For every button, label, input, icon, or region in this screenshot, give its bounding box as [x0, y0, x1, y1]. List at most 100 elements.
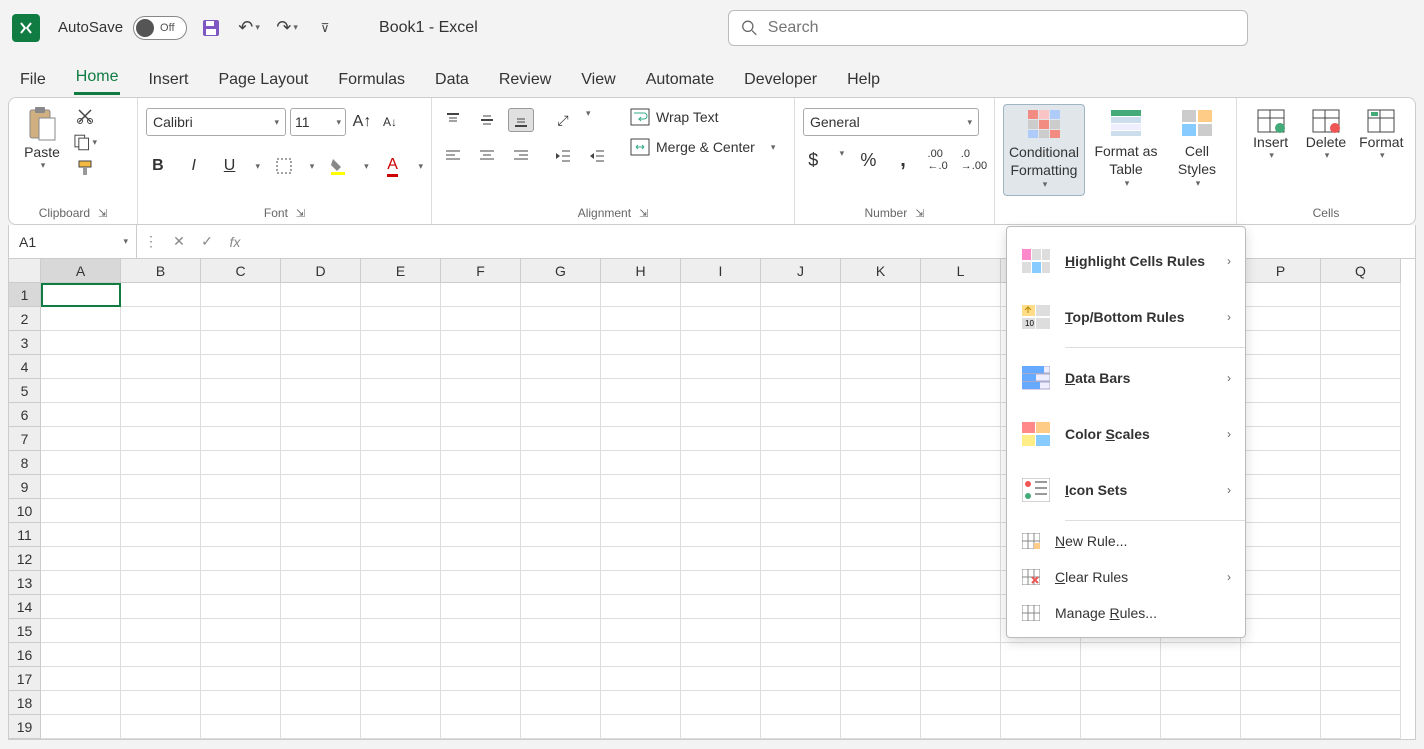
cell[interactable]	[841, 307, 921, 331]
cell[interactable]	[521, 283, 601, 307]
decrease-decimal[interactable]: .0→.00	[962, 148, 986, 172]
cell[interactable]	[841, 619, 921, 643]
cell[interactable]	[601, 307, 681, 331]
cell[interactable]	[761, 283, 841, 307]
font-name-select[interactable]: Calibri▾	[146, 108, 286, 136]
column-header[interactable]: P	[1241, 259, 1321, 283]
cell[interactable]	[601, 547, 681, 571]
column-header[interactable]: G	[521, 259, 601, 283]
redo-button[interactable]: ↷▾	[273, 14, 301, 42]
cell[interactable]	[121, 595, 201, 619]
cell[interactable]	[281, 715, 361, 739]
cell[interactable]	[1321, 379, 1401, 403]
cell[interactable]	[1001, 667, 1081, 691]
cell[interactable]	[1241, 619, 1321, 643]
cell[interactable]	[841, 667, 921, 691]
cell[interactable]	[921, 307, 1001, 331]
underline-button[interactable]: U	[218, 154, 242, 178]
cell[interactable]	[761, 355, 841, 379]
cell[interactable]	[121, 283, 201, 307]
cell[interactable]	[921, 499, 1001, 523]
row-header[interactable]: 14	[9, 595, 41, 619]
paste-icon[interactable]	[24, 104, 60, 144]
cell[interactable]	[1241, 307, 1321, 331]
cell[interactable]	[1241, 571, 1321, 595]
clear-rules-item[interactable]: Clear Rules ›	[1007, 559, 1245, 595]
cell[interactable]	[441, 331, 521, 355]
cell[interactable]	[761, 691, 841, 715]
cell[interactable]	[201, 307, 281, 331]
cell[interactable]	[121, 667, 201, 691]
cell[interactable]	[681, 427, 761, 451]
cell[interactable]	[441, 355, 521, 379]
cell[interactable]	[681, 355, 761, 379]
column-header[interactable]: E	[361, 259, 441, 283]
cell[interactable]	[281, 427, 361, 451]
cell[interactable]	[361, 499, 441, 523]
cell[interactable]	[1321, 643, 1401, 667]
cell[interactable]	[441, 595, 521, 619]
column-header[interactable]: A	[41, 259, 121, 283]
cell[interactable]	[1321, 355, 1401, 379]
decrease-indent[interactable]	[550, 144, 576, 168]
cell[interactable]	[201, 619, 281, 643]
insert-function[interactable]: fx	[221, 225, 249, 258]
column-header[interactable]: Q	[1321, 259, 1401, 283]
column-header[interactable]: C	[201, 259, 281, 283]
cell[interactable]	[601, 283, 681, 307]
cell[interactable]	[521, 691, 601, 715]
tab-review[interactable]: Review	[497, 65, 553, 95]
cell[interactable]	[441, 691, 521, 715]
new-rule-item[interactable]: New Rule...	[1007, 523, 1245, 559]
cell[interactable]	[1081, 691, 1161, 715]
cell[interactable]	[681, 283, 761, 307]
cell[interactable]	[361, 619, 441, 643]
cell[interactable]	[1241, 547, 1321, 571]
cell[interactable]	[761, 331, 841, 355]
cell[interactable]	[921, 595, 1001, 619]
font-launcher[interactable]: ⇲	[296, 207, 305, 220]
align-center[interactable]	[474, 144, 500, 168]
cell[interactable]	[441, 667, 521, 691]
align-middle[interactable]	[474, 108, 500, 132]
cell[interactable]	[121, 331, 201, 355]
tab-file[interactable]: File	[18, 65, 48, 95]
insert-cells-button[interactable]: Insert▾	[1245, 108, 1296, 161]
cell[interactable]	[281, 523, 361, 547]
autosave-toggle[interactable]: Off	[133, 16, 187, 40]
manage-rules-item[interactable]: Manage Rules...	[1007, 595, 1245, 631]
cell[interactable]	[281, 283, 361, 307]
cell[interactable]	[361, 691, 441, 715]
paste-label[interactable]: Paste	[24, 144, 60, 160]
cell[interactable]	[1321, 547, 1401, 571]
cell[interactable]	[361, 643, 441, 667]
cell[interactable]	[521, 643, 601, 667]
delete-cells-button[interactable]: Delete▾	[1300, 108, 1351, 161]
cell[interactable]	[601, 619, 681, 643]
bold-button[interactable]: B	[146, 154, 170, 178]
cell[interactable]	[1161, 667, 1241, 691]
cell[interactable]	[681, 331, 761, 355]
alignment-launcher[interactable]: ⇲	[639, 207, 648, 220]
cell[interactable]	[841, 499, 921, 523]
cancel-formula[interactable]: ✕	[165, 225, 193, 258]
fill-color-button[interactable]	[326, 154, 350, 178]
cell-styles-button[interactable]: Cell Styles▾	[1167, 104, 1227, 194]
cell[interactable]	[201, 499, 281, 523]
cell[interactable]	[1081, 643, 1161, 667]
cell[interactable]	[521, 571, 601, 595]
cell[interactable]	[601, 451, 681, 475]
cell[interactable]	[201, 643, 281, 667]
column-header[interactable]: D	[281, 259, 361, 283]
cell[interactable]	[921, 523, 1001, 547]
cell[interactable]	[1241, 355, 1321, 379]
align-right[interactable]	[508, 144, 534, 168]
cell[interactable]	[41, 331, 121, 355]
cell[interactable]	[761, 595, 841, 619]
cell[interactable]	[441, 379, 521, 403]
cell[interactable]	[1321, 715, 1401, 739]
cell[interactable]	[281, 331, 361, 355]
cell[interactable]	[441, 403, 521, 427]
cell[interactable]	[1241, 691, 1321, 715]
cell[interactable]	[1241, 715, 1321, 739]
